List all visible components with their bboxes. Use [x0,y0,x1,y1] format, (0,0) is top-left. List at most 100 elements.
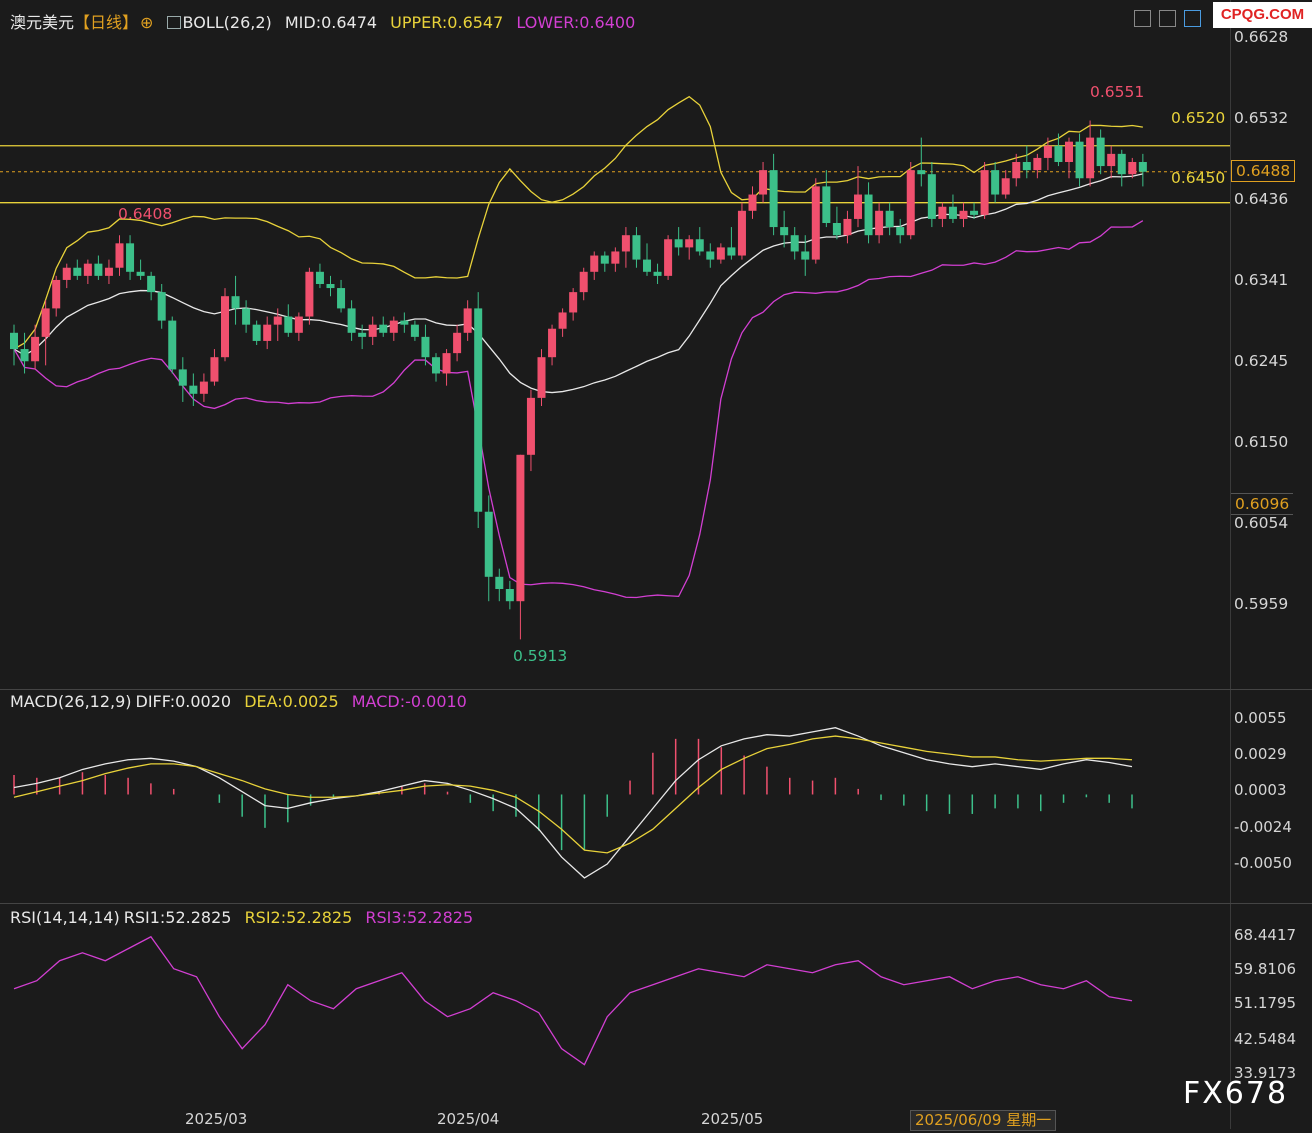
x-label: 2025/03 [185,1110,248,1128]
candle-body [337,288,346,309]
rsi-name: RSI(14,14,14) [10,908,120,927]
cursor-price-tag: 0.6096 [1231,493,1294,515]
candle-body [927,174,936,219]
candle-body [199,381,208,394]
candle-body [410,324,419,337]
candle-body [896,227,905,236]
boll-legend: 澳元美元【日线】 ⊕ BOLL(26,2) MID:0.6474 UPPER:0.… [10,9,643,33]
price-tick: 0.6054 [1234,514,1289,532]
candle-body [590,255,599,272]
rsi-tick: 68.4417 [1234,926,1297,944]
candle-body [115,243,124,268]
candle-body [1033,157,1042,171]
candle-body [885,210,894,228]
candle-body [716,247,725,260]
candle-body [1043,145,1052,158]
macd-dea-line [13,735,1133,854]
candle-body [104,267,113,276]
candle-body [210,357,219,382]
period-label[interactable]: 【日线】 [74,13,138,32]
macd-dea: DEA:0.0025 [244,692,339,711]
candle-body [569,292,578,313]
symbol-label: 澳元美元 [10,13,75,32]
candle-body [326,284,335,289]
candle-body [1065,141,1073,162]
candle-body [516,454,525,602]
panel-divider-rsi [0,903,1312,904]
price-tick: 0.6436 [1234,190,1289,208]
candle-body [52,279,61,309]
candle-body [1107,153,1116,167]
x-label: 2025/05 [701,1110,764,1128]
grid-icon[interactable] [1159,10,1176,27]
candle-body [305,271,314,317]
candle-body [252,324,261,341]
candle-body [31,336,40,362]
candle-body [759,170,768,195]
candle-body [748,194,757,211]
candle-body [358,332,367,337]
candle-body [938,206,947,219]
high-annotation: 0.6551 [1090,83,1145,101]
candle-body [284,316,293,333]
candle-body [453,332,462,354]
rsi-line [13,935,1133,1066]
candle-body [674,239,683,248]
boll-mid-line [13,173,1143,394]
settings-icon[interactable]: ⊕ [140,13,153,32]
candle-body [389,320,398,333]
x-label: 2025/04 [437,1110,500,1128]
macd-tick: 0.0055 [1234,709,1287,727]
candle-body [83,263,92,276]
price-tick: 0.6245 [1234,352,1289,370]
candle-body [801,251,810,260]
candle-body [221,296,229,358]
candle-body [41,308,50,337]
candle-body [421,336,430,358]
candle-body [558,312,567,329]
candle-body [769,170,778,228]
price-tick: 0.5959 [1234,595,1289,613]
candle-body [832,223,841,236]
candle-body [484,511,493,577]
boll-lower-line [13,220,1144,599]
macd-tick: -0.0024 [1234,818,1292,836]
crosshair-icon[interactable] [1134,10,1151,27]
candle-body [906,170,915,236]
candle-body [231,296,240,309]
chart-type-icon[interactable] [1184,10,1201,27]
candle-body [621,235,630,252]
price-tick: 0.6532 [1234,109,1289,127]
candle-body [548,328,557,358]
price-tick: 0.6341 [1234,271,1289,289]
macd-diff-line [13,727,1133,879]
chart-area[interactable] [0,0,1230,1129]
candle-body [157,292,166,321]
candle-body [147,275,156,293]
candle-body [780,227,789,236]
candle-body [94,263,103,276]
macd-name: MACD(26,12,9) [10,692,132,711]
candle-body [1086,137,1095,179]
candle-body [695,239,704,252]
rsi-legend: RSI(14,14,14) RSI1:52.2825 RSI2:52.2825 R… [10,908,481,927]
candle-body [970,210,979,215]
candle-body [959,210,968,219]
candle-body [20,349,29,362]
candle-body [706,251,715,260]
candle-body [1138,162,1147,172]
candle-body [368,324,377,337]
candle-body [495,576,504,589]
site-logo[interactable]: CPQG.COM [1213,2,1312,28]
candle-body [811,186,820,260]
candle-body [432,357,440,374]
candle-body [948,206,957,219]
chart-canvas[interactable] [0,0,1230,1129]
watermark: FX678 [1183,1076,1289,1111]
indicator-icon[interactable] [166,16,181,29]
low-annotation: 0.5913 [513,647,568,665]
candle-body [727,247,736,256]
boll-mid: MID:0.6474 [284,13,378,32]
price-tick: 0.6150 [1234,433,1289,451]
candle-body [474,308,483,512]
